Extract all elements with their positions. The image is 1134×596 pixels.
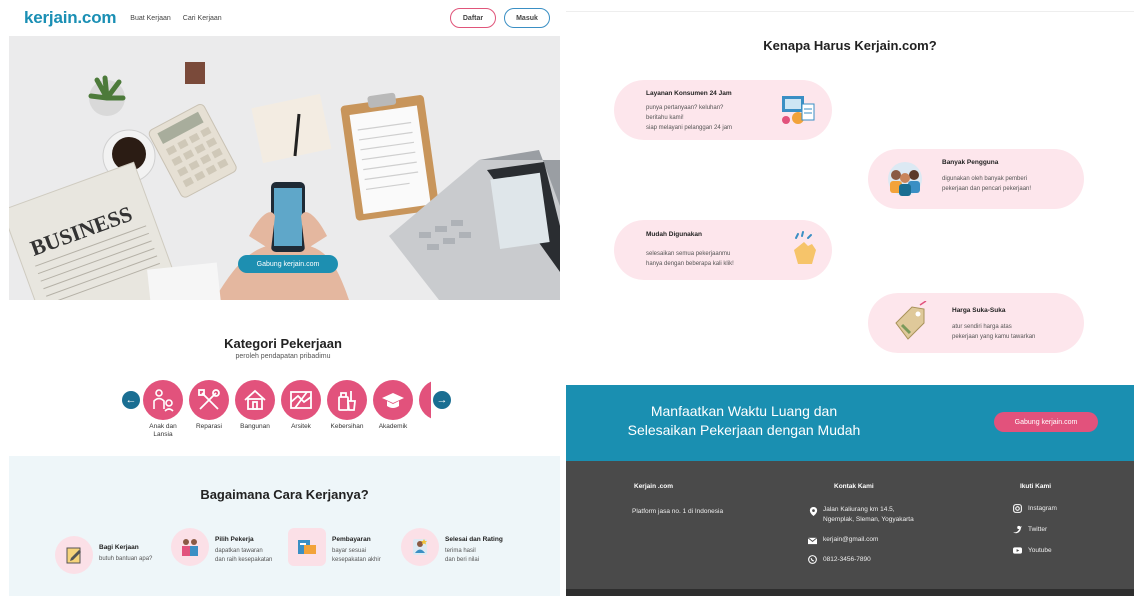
- nav-link-buat-kerjaan[interactable]: Buat Kerjaan: [130, 15, 170, 22]
- category-reparasi[interactable]: Reparasi: [187, 380, 231, 431]
- category-label: Anak dan Lansia: [149, 423, 177, 438]
- pointing-hand-icon: [786, 230, 822, 275]
- divider: [566, 11, 1134, 12]
- payment-icon: [288, 528, 326, 566]
- kategori-title: Kategori Pekerjaan: [224, 336, 342, 351]
- graduation-cap-icon: [373, 380, 413, 420]
- landing-page-bottom: Kenapa Harus Kerjain.com? Layanan Konsum…: [566, 0, 1134, 596]
- whatsapp-icon: [808, 555, 817, 564]
- footer-contact-title: Kontak Kami: [834, 483, 874, 490]
- step-desc: butuh bantuan apa?: [99, 556, 153, 562]
- step-desc: bayar sesuai kesepakatan akhir: [332, 548, 381, 563]
- category-label: Bangunan: [240, 423, 270, 430]
- step-bagi-kerjaan: Bagi Kerjaan butuh bantuan apa?: [55, 536, 152, 574]
- footer-phone[interactable]: 0812-3456-7890: [823, 555, 871, 565]
- how-it-works-title: Bagaimana Cara Kerjanya?: [200, 487, 369, 502]
- footer-social-twitter[interactable]: Twitter: [1028, 525, 1047, 535]
- nav-link-cari-kerjaan[interactable]: Cari Kerjaan: [183, 15, 222, 22]
- daftar-button[interactable]: Daftar: [450, 8, 496, 28]
- footer: Kerjain .com Platform jasa no. 1 di Indo…: [566, 461, 1134, 596]
- step-desc: terima hasil dan beri nilai: [445, 548, 480, 563]
- category-label: Kebersihan: [330, 423, 364, 430]
- footer-email[interactable]: kerjain@gmail.com: [823, 535, 878, 545]
- cta-join-button[interactable]: Gabung kerjain.com: [994, 412, 1098, 432]
- step-selesai-dan-rating: Selesai dan Rating terima hasil dan beri…: [401, 528, 503, 566]
- category-anak-dan-lansia[interactable]: Anak dan Lansia: [141, 380, 185, 439]
- feature-title: Banyak Pengguna: [942, 159, 999, 166]
- category-arsitek[interactable]: Arsitek: [279, 380, 323, 431]
- feature-desc: selesaikan semua pekerjaanmu hanya denga…: [646, 251, 734, 267]
- twitter-icon[interactable]: [1013, 525, 1022, 534]
- step-pilih-pekerja: Pilih Pekerja dapatkan tawaran dan raih …: [171, 528, 272, 566]
- logo[interactable]: kerjain.com: [24, 8, 116, 28]
- blueprint-icon: [281, 380, 321, 420]
- category-prev-button[interactable]: ←: [122, 391, 140, 409]
- feature-desc: digunakan oleh banyak pemberi pekerjaan …: [942, 176, 1032, 192]
- category-label: Reparasi: [195, 423, 222, 430]
- category-kebersihan[interactable]: Kebersihan: [325, 380, 369, 431]
- footer-about-text: Platform jasa no. 1 di Indonesia: [632, 508, 724, 515]
- arrow-right-icon: →: [436, 394, 448, 406]
- how-it-works-section: Bagaimana Cara Kerjanya? Bagi Kerjaan bu…: [9, 456, 560, 596]
- edit-document-icon: [55, 536, 93, 574]
- feature-desc: atur sendiri harga atas pekerjaan yang k…: [952, 324, 1036, 340]
- footer-social-youtube[interactable]: Youtube: [1028, 546, 1052, 556]
- footer-bottom-bar: [566, 589, 1134, 596]
- cleaning-icon: [327, 380, 367, 420]
- category-akademik[interactable]: Akademik: [371, 380, 415, 431]
- workers-icon: [171, 528, 209, 566]
- navbar: kerjain.com Buat Kerjaan Cari Kerjaan Da…: [0, 0, 566, 36]
- step-desc: dapatkan tawaran dan raih kesepakatan: [215, 548, 273, 563]
- location-pin-icon: [809, 507, 818, 516]
- category-partial-next: [419, 380, 431, 420]
- feature-mudah-digunakan: Mudah Digunakan selesaikan semua pekerja…: [614, 220, 832, 280]
- step-title: Pembayaran: [332, 536, 371, 543]
- customer-service-icon: [778, 90, 818, 135]
- step-title: Bagi Kerjaan: [99, 544, 139, 551]
- email-icon: [808, 537, 817, 545]
- category-label: Arsitek: [291, 423, 311, 430]
- step-pembayaran: Pembayaran bayar sesuai kesepakatan akhi…: [288, 528, 381, 566]
- tools-icon: [189, 380, 229, 420]
- hero-banner: BUSINESS Gabung kerjain.com: [9, 36, 560, 300]
- stamp-icon: [185, 62, 205, 84]
- arrow-left-icon: ←: [125, 394, 137, 406]
- rating-icon: [401, 528, 439, 566]
- youtube-icon[interactable]: [1013, 546, 1022, 555]
- step-title: Pilih Pekerja: [215, 536, 254, 543]
- landing-page-top: kerjain.com Buat Kerjaan Cari Kerjaan Da…: [0, 0, 566, 596]
- footer-social-instagram[interactable]: Instagram: [1028, 504, 1057, 514]
- feature-layanan-konsumen: Layanan Konsumen 24 Jam punya pertanyaan…: [614, 80, 832, 140]
- masuk-button[interactable]: Masuk: [504, 8, 550, 28]
- feature-title: Mudah Digunakan: [646, 231, 702, 238]
- why-title: Kenapa Harus Kerjain.com?: [763, 38, 937, 53]
- cta-banner: Manfaatkan Waktu Luang dan Selesaikan Pe…: [566, 385, 1134, 461]
- feature-banyak-pengguna: Banyak Pengguna digunakan oleh banyak pe…: [868, 149, 1084, 209]
- step-title: Selesai dan Rating: [445, 536, 503, 543]
- footer-follow-title: Ikuti Kami: [1020, 483, 1052, 490]
- hero-join-button[interactable]: Gabung kerjain.com: [238, 255, 338, 273]
- feature-title: Layanan Konsumen 24 Jam: [646, 90, 732, 97]
- clipboard-icon: [340, 92, 440, 221]
- footer-about-title: Kerjain .com: [634, 483, 674, 490]
- feature-title: Harga Suka-Suka: [952, 307, 1006, 314]
- category-bangunan[interactable]: Bangunan: [233, 380, 277, 431]
- category-next-button[interactable]: →: [433, 391, 451, 409]
- kategori-subtitle: peroleh pendapatan pribadimu: [235, 353, 331, 360]
- category-label: Akademik: [378, 423, 408, 430]
- price-tag-icon: [890, 300, 930, 350]
- users-icon: [884, 159, 926, 204]
- feature-harga-suka-suka: Harga Suka-Suka atur sendiri harga atas …: [868, 293, 1084, 353]
- house-icon: [235, 380, 275, 420]
- feature-desc: punya pertanyaan? keluhan? beritahu kami…: [646, 105, 733, 131]
- footer-address: Jalan Kaliurang km 14.5, Ngemplak, Slema…: [823, 506, 914, 523]
- cta-text: Manfaatkan Waktu Luang dan Selesaikan Pe…: [627, 403, 861, 438]
- instagram-icon[interactable]: [1013, 504, 1022, 513]
- family-icon: [143, 380, 183, 420]
